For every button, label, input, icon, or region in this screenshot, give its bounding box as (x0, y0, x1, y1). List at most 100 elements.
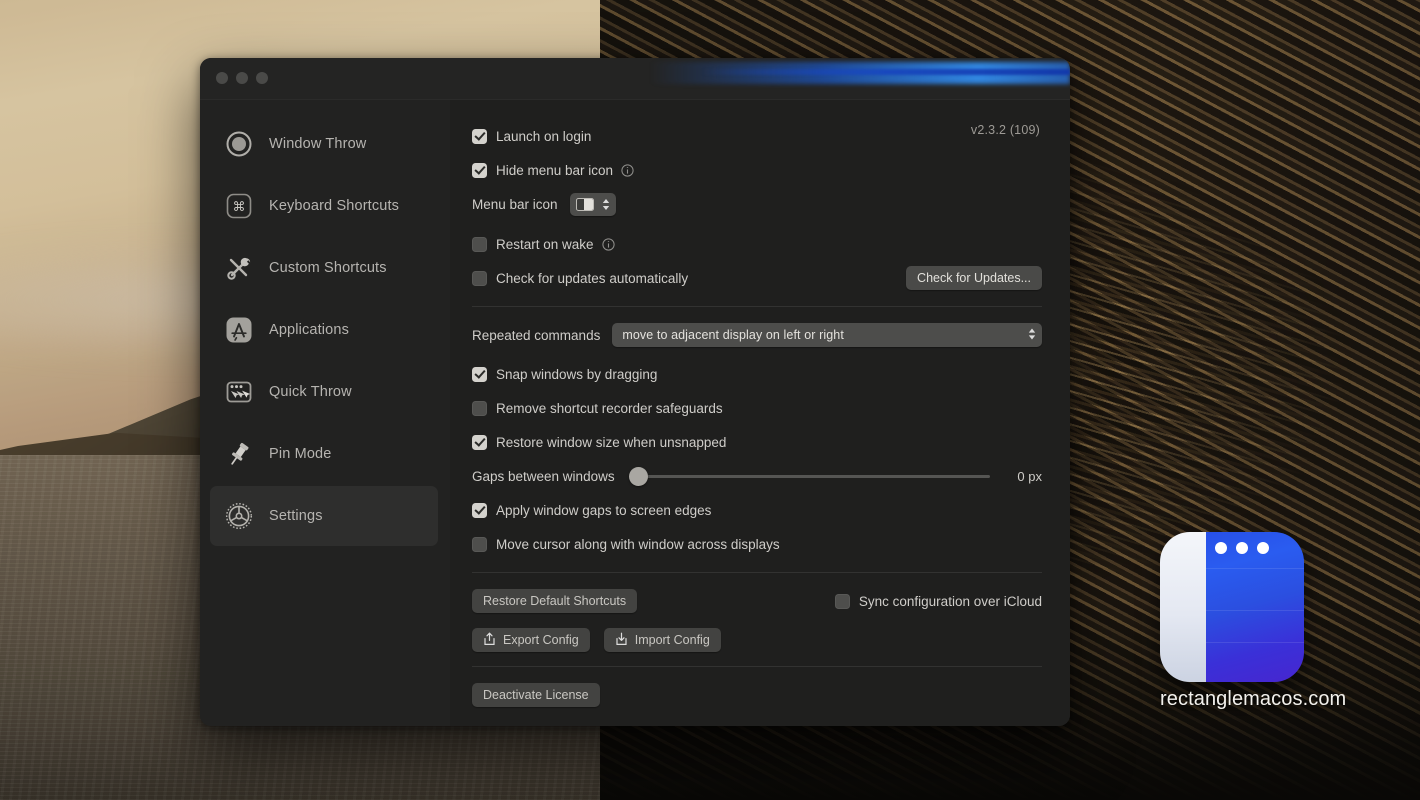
sidebar-item-label: Custom Shortcuts (269, 260, 387, 276)
watermark-text: rectanglemacos.com (1160, 688, 1347, 710)
tools-icon (224, 253, 254, 283)
settings-panel: v2.3.2 (109) Launch on login Hide menu b… (450, 100, 1070, 726)
repeated-commands-select[interactable]: move to adjacent display on left or righ… (612, 323, 1042, 347)
setting-check-updates: Check for updates automatically Check fo… (472, 264, 1042, 292)
divider (472, 572, 1042, 573)
license-row: Deactivate License (472, 681, 1042, 709)
restore-default-shortcuts-button[interactable]: Restore Default Shortcuts (472, 589, 638, 613)
sync-icloud-label: Sync configuration over iCloud (858, 593, 1042, 609)
setting-move-cursor[interactable]: Move cursor along with window across dis… (472, 530, 1042, 558)
deactivate-license-button[interactable]: Deactivate License (472, 683, 600, 707)
sidebar-item-label: Quick Throw (269, 384, 352, 400)
setting-repeated-commands: Repeated commands move to adjacent displ… (472, 321, 1042, 349)
setting-hide-menu-bar-icon[interactable]: Hide menu bar icon (472, 156, 1042, 184)
window-titlebar[interactable] (200, 58, 1070, 100)
sidebar-item-custom-shortcuts[interactable]: Custom Shortcuts (210, 238, 438, 298)
repeated-commands-label: Repeated commands (472, 327, 601, 343)
import-icon (615, 632, 628, 649)
app-store-icon (224, 315, 254, 345)
slider-knob[interactable] (628, 466, 648, 486)
setting-apply-gaps-edges[interactable]: Apply window gaps to screen edges (472, 496, 1042, 524)
export-icon (483, 632, 496, 649)
sidebar-item-window-throw[interactable]: Window Throw (210, 114, 438, 174)
app-icon-left-pane (1160, 532, 1207, 682)
info-icon[interactable] (621, 163, 634, 177)
snap-by-dragging-label: Snap windows by dragging (496, 366, 658, 382)
export-config-button[interactable]: Export Config (472, 628, 590, 652)
apply-gaps-edges-checkbox[interactable] (472, 502, 487, 518)
hide-menu-bar-icon-checkbox[interactable] (472, 162, 487, 178)
launch-on-login-checkbox[interactable] (472, 128, 487, 144)
circle-ring-icon (224, 129, 254, 159)
rectangle-settings-window: Window Throw ⌘ Keyboard Shortcuts Custom… (200, 58, 1070, 726)
desktop-app-icon-group[interactable]: rectanglemacos.com (1160, 532, 1347, 711)
check-updates-auto-label: Check for updates automatically (496, 270, 689, 286)
titlebar-blue-streak-core (700, 69, 1070, 75)
restore-defaults-row: Restore Default Shortcuts Sync configura… (472, 587, 1042, 615)
check-updates-auto-checkbox[interactable] (472, 270, 487, 286)
sidebar-item-pin-mode[interactable]: Pin Mode (210, 424, 438, 484)
window-cursor-icon (224, 377, 254, 407)
pushpin-icon (224, 439, 254, 469)
snap-by-dragging-checkbox[interactable] (472, 366, 487, 382)
sidebar: Window Throw ⌘ Keyboard Shortcuts Custom… (200, 100, 450, 726)
hide-menu-bar-icon-label: Hide menu bar icon (496, 162, 614, 178)
restore-window-size-checkbox[interactable] (472, 434, 487, 450)
setting-launch-on-login[interactable]: Launch on login (472, 122, 1042, 150)
slider-track (628, 474, 990, 478)
import-config-label: Import Config (634, 633, 710, 647)
check-for-updates-button[interactable]: Check for Updates... (906, 266, 1042, 290)
sidebar-item-applications[interactable]: Applications (210, 300, 438, 360)
setting-snap-by-dragging[interactable]: Snap windows by dragging (472, 360, 1042, 388)
setting-restore-window-size[interactable]: Restore window size when unsnapped (472, 428, 1042, 456)
app-icon-window-dots (1215, 542, 1270, 554)
setting-gaps-between-windows: Gaps between windows 0 px (472, 462, 1042, 490)
move-cursor-checkbox[interactable] (472, 536, 487, 552)
menu-bar-icon-popup[interactable] (569, 192, 616, 216)
sync-icloud-checkbox[interactable] (834, 593, 850, 609)
setting-restart-on-wake[interactable]: Restart on wake (472, 230, 1042, 258)
restart-on-wake-label: Restart on wake (496, 236, 594, 252)
rectangle-app-icon[interactable] (1160, 532, 1304, 682)
apply-gaps-edges-label: Apply window gaps to screen edges (496, 502, 712, 518)
gaps-label: Gaps between windows (472, 468, 615, 484)
command-key-icon: ⌘ (224, 191, 254, 221)
chevron-updown-icon (1027, 326, 1037, 345)
repeated-commands-value: move to adjacent display on left or righ… (622, 328, 844, 342)
gear-icon (224, 501, 254, 531)
traffic-lights (216, 72, 268, 84)
sidebar-item-keyboard-shortcuts[interactable]: ⌘ Keyboard Shortcuts (210, 176, 438, 236)
app-icon-band (1206, 568, 1304, 569)
zoom-button[interactable] (256, 72, 268, 84)
info-icon[interactable] (601, 237, 615, 251)
config-buttons-row: Export Config Import Config (472, 628, 1042, 652)
gaps-slider[interactable] (628, 465, 990, 487)
setting-remove-safeguards[interactable]: Remove shortcut recorder safeguards (472, 394, 1042, 422)
sidebar-item-quick-throw[interactable]: Quick Throw (210, 362, 438, 422)
sidebar-item-label: Window Throw (269, 136, 367, 152)
chevron-updown-icon (600, 196, 612, 212)
sidebar-item-settings[interactable]: Settings (210, 486, 438, 546)
export-config-label: Export Config (503, 633, 579, 647)
sidebar-item-label: Pin Mode (269, 446, 332, 462)
app-icon-dot (1215, 542, 1228, 554)
launch-on-login-label: Launch on login (496, 128, 592, 144)
app-icon-band (1206, 610, 1304, 611)
version-label: v2.3.2 (109) (970, 123, 1040, 137)
sidebar-item-label: Settings (269, 508, 323, 524)
remove-safeguards-checkbox[interactable] (472, 400, 487, 416)
divider (472, 666, 1042, 667)
import-config-button[interactable]: Import Config (603, 628, 721, 652)
sidebar-item-label: Applications (269, 322, 349, 338)
gaps-value: 0 px (1017, 468, 1042, 484)
setting-menu-bar-icon: Menu bar icon (472, 190, 1042, 218)
close-button[interactable] (216, 72, 228, 84)
move-cursor-label: Move cursor along with window across dis… (496, 536, 780, 552)
svg-text:⌘: ⌘ (233, 200, 246, 215)
app-icon-band (1206, 642, 1304, 643)
minimize-button[interactable] (236, 72, 248, 84)
app-icon-dot (1257, 542, 1270, 554)
restore-window-size-label: Restore window size when unsnapped (496, 434, 727, 450)
restart-on-wake-checkbox[interactable] (472, 236, 487, 252)
sidebar-item-label: Keyboard Shortcuts (269, 198, 400, 214)
